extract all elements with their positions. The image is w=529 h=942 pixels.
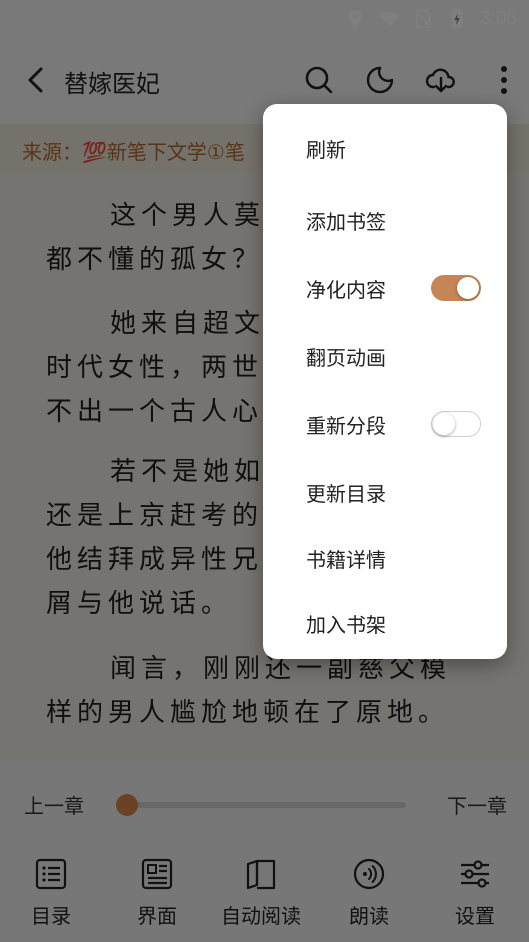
toggle-knob	[433, 413, 455, 435]
menu-item-label: 加入书架	[306, 612, 386, 637]
overflow-menu: 刷新 添加书签 净化内容 翻页动画 重新分段 更新目录 书籍详情 加入书架	[263, 104, 507, 659]
menu-item-label: 翻页动画	[306, 345, 386, 370]
menu-item-book-details[interactable]: 书籍详情	[263, 528, 507, 588]
re-paragraph-toggle[interactable]	[431, 411, 481, 437]
menu-item-label: 更新目录	[306, 481, 386, 506]
menu-item-label: 刷新	[306, 137, 346, 162]
menu-item-label: 添加书签	[306, 209, 386, 234]
clean-content-toggle[interactable]	[431, 275, 481, 301]
menu-item-label: 书籍详情	[306, 547, 386, 572]
menu-item-add-to-shelf[interactable]: 加入书架	[263, 593, 507, 653]
menu-item-label: 重新分段	[306, 413, 386, 438]
menu-item-add-bookmark[interactable]: 添加书签	[263, 190, 507, 250]
menu-item-refresh[interactable]: 刷新	[263, 118, 507, 178]
menu-item-clean-content[interactable]: 净化内容	[263, 258, 507, 318]
menu-item-page-animation[interactable]: 翻页动画	[263, 326, 507, 386]
menu-item-update-catalog[interactable]: 更新目录	[263, 462, 507, 522]
menu-item-label: 净化内容	[306, 277, 386, 302]
toggle-knob	[457, 277, 479, 299]
menu-item-re-paragraph[interactable]: 重新分段	[263, 394, 507, 454]
